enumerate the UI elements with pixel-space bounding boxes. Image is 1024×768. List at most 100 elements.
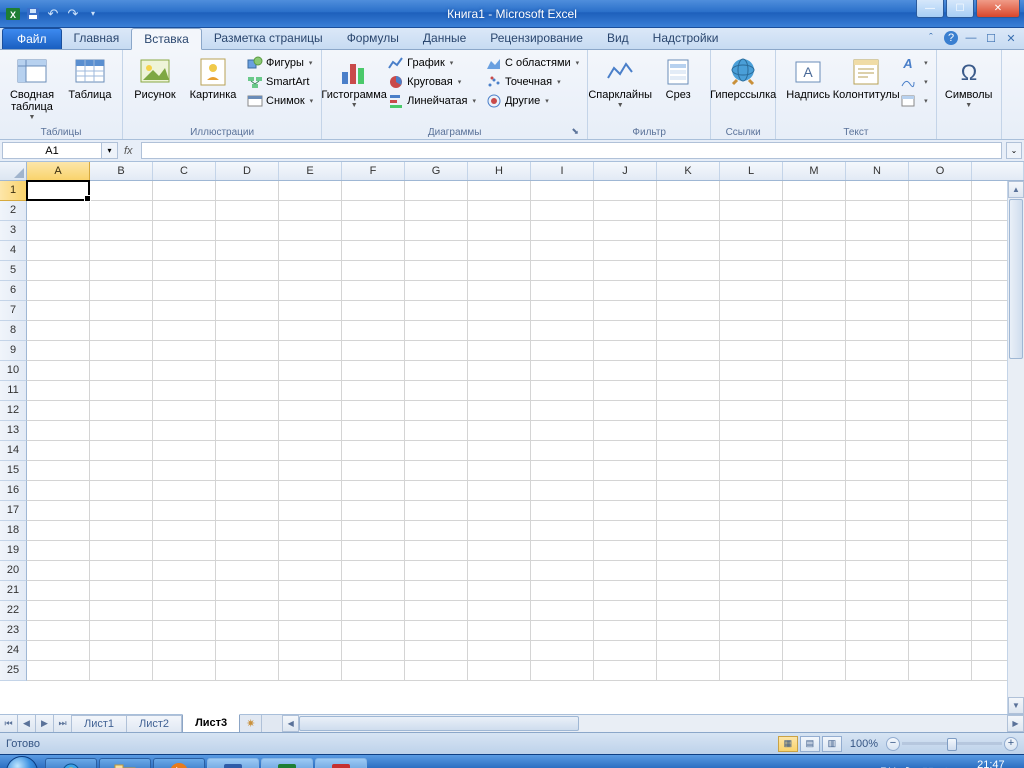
cell-B19[interactable] <box>90 541 153 561</box>
cell-H7[interactable] <box>468 301 531 321</box>
cell-L9[interactable] <box>720 341 783 361</box>
row-header-19[interactable]: 19 <box>0 541 27 561</box>
start-button[interactable] <box>0 755 44 768</box>
cell-E10[interactable] <box>279 361 342 381</box>
column-header-G[interactable]: G <box>405 162 468 180</box>
cell-K7[interactable] <box>657 301 720 321</box>
cell-E14[interactable] <box>279 441 342 461</box>
cell-O19[interactable] <box>909 541 972 561</box>
minimize-button[interactable]: — <box>916 0 944 18</box>
cell-K3[interactable] <box>657 221 720 241</box>
cell-A4[interactable] <box>27 241 90 261</box>
cell-G14[interactable] <box>405 441 468 461</box>
cell-M11[interactable] <box>783 381 846 401</box>
row-header-16[interactable]: 16 <box>0 481 27 501</box>
cell-N14[interactable] <box>846 441 909 461</box>
cell-I4[interactable] <box>531 241 594 261</box>
cell-B25[interactable] <box>90 661 153 681</box>
cell-C6[interactable] <box>153 281 216 301</box>
row-header-2[interactable]: 2 <box>0 201 27 221</box>
cell-G6[interactable] <box>405 281 468 301</box>
cell-K5[interactable] <box>657 261 720 281</box>
cell-A21[interactable] <box>27 581 90 601</box>
cell-G11[interactable] <box>405 381 468 401</box>
cell-B11[interactable] <box>90 381 153 401</box>
cell-D8[interactable] <box>216 321 279 341</box>
cell-H1[interactable] <box>468 181 531 201</box>
cell-H24[interactable] <box>468 641 531 661</box>
page-layout-view-button[interactable]: ▤ <box>800 736 820 752</box>
sheet-nav-first[interactable]: ⏮ <box>0 715 18 732</box>
cell-C7[interactable] <box>153 301 216 321</box>
ribbon-tab-вставка[interactable]: Вставка <box>131 28 202 50</box>
cell-M12[interactable] <box>783 401 846 421</box>
cell-B14[interactable] <box>90 441 153 461</box>
help-icon[interactable]: ? <box>944 31 958 45</box>
cell-G3[interactable] <box>405 221 468 241</box>
scroll-right-button[interactable]: ▶ <box>1007 715 1024 732</box>
cell-A9[interactable] <box>27 341 90 361</box>
cell-B5[interactable] <box>90 261 153 281</box>
cell-C15[interactable] <box>153 461 216 481</box>
сводная-таблица-button[interactable]: Своднаятаблица▼ <box>4 52 60 123</box>
select-all-button[interactable] <box>0 162 27 180</box>
vertical-scrollbar[interactable]: ▲ ▼ <box>1007 181 1024 714</box>
cell-I6[interactable] <box>531 281 594 301</box>
cell-A7[interactable] <box>27 301 90 321</box>
cell-J19[interactable] <box>594 541 657 561</box>
cell-G2[interactable] <box>405 201 468 221</box>
cell-J9[interactable] <box>594 341 657 361</box>
cell-J4[interactable] <box>594 241 657 261</box>
cell-C12[interactable] <box>153 401 216 421</box>
cell-B18[interactable] <box>90 521 153 541</box>
close-button[interactable]: ✕ <box>976 0 1020 18</box>
cell-F9[interactable] <box>342 341 405 361</box>
cell-N4[interactable] <box>846 241 909 261</box>
ribbon-tab-рецензирование[interactable]: Рецензирование <box>478 28 595 49</box>
cell-M9[interactable] <box>783 341 846 361</box>
cell-N23[interactable] <box>846 621 909 641</box>
cell-A13[interactable] <box>27 421 90 441</box>
cell-L3[interactable] <box>720 221 783 241</box>
cell-E8[interactable] <box>279 321 342 341</box>
zoom-level[interactable]: 100% <box>850 738 878 750</box>
cell-L12[interactable] <box>720 401 783 421</box>
cell-C13[interactable] <box>153 421 216 441</box>
cell-N7[interactable] <box>846 301 909 321</box>
cell-B6[interactable] <box>90 281 153 301</box>
cell-I12[interactable] <box>531 401 594 421</box>
колонтитулы-button[interactable]: Колонтитулы <box>838 52 894 103</box>
cell-K2[interactable] <box>657 201 720 221</box>
cell-F13[interactable] <box>342 421 405 441</box>
cell-L24[interactable] <box>720 641 783 661</box>
row-header-22[interactable]: 22 <box>0 601 27 621</box>
window-restore-icon[interactable]: ☐ <box>984 31 998 45</box>
cell-E18[interactable] <box>279 521 342 541</box>
cell-G8[interactable] <box>405 321 468 341</box>
cell-I23[interactable] <box>531 621 594 641</box>
cell-D3[interactable] <box>216 221 279 241</box>
cell-L20[interactable] <box>720 561 783 581</box>
cell-I15[interactable] <box>531 461 594 481</box>
cell-M14[interactable] <box>783 441 846 461</box>
wa-button[interactable]: A▾ <box>896 54 932 72</box>
cell-D4[interactable] <box>216 241 279 261</box>
cell-J20[interactable] <box>594 561 657 581</box>
cell-G15[interactable] <box>405 461 468 481</box>
cell-M18[interactable] <box>783 521 846 541</box>
cell-C2[interactable] <box>153 201 216 221</box>
undo-icon[interactable]: ↶ <box>44 5 62 23</box>
cell-L17[interactable] <box>720 501 783 521</box>
cell-E1[interactable] <box>279 181 342 201</box>
cell-G10[interactable] <box>405 361 468 381</box>
column-header-K[interactable]: K <box>657 162 720 180</box>
cell-N13[interactable] <box>846 421 909 441</box>
cell-M19[interactable] <box>783 541 846 561</box>
cell-D19[interactable] <box>216 541 279 561</box>
zoom-slider[interactable] <box>902 742 1002 745</box>
cell-C17[interactable] <box>153 501 216 521</box>
ribbon-tab-формулы[interactable]: Формулы <box>335 28 411 49</box>
cell-N22[interactable] <box>846 601 909 621</box>
cell-M23[interactable] <box>783 621 846 641</box>
cell-A22[interactable] <box>27 601 90 621</box>
